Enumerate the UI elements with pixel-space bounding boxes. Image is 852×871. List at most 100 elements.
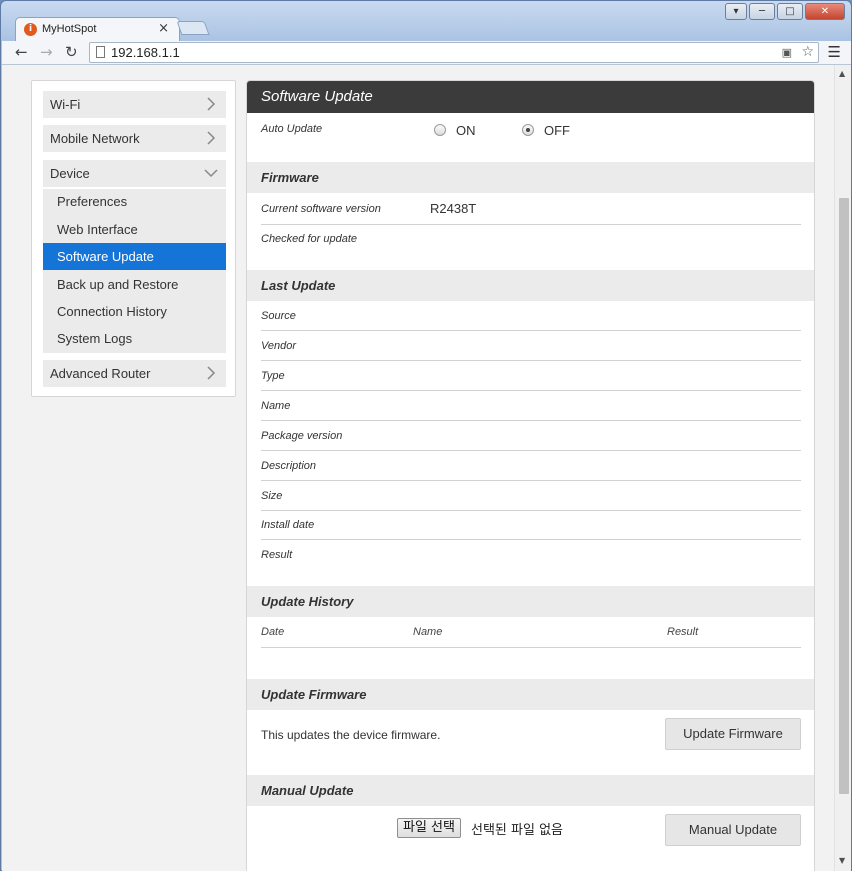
section-title: Update Firmware	[261, 687, 367, 702]
divider	[261, 360, 801, 361]
favicon-icon: i	[24, 23, 37, 36]
panel-header: Software Update	[247, 81, 814, 113]
size-label: Size	[261, 490, 283, 502]
sidebar-item-label: Software Update	[57, 249, 154, 264]
divider	[261, 330, 801, 331]
update-firmware-section-header: Update Firmware	[247, 679, 814, 710]
section-title: Manual Update	[261, 783, 354, 798]
description-label: Description	[261, 460, 317, 472]
file-select-button[interactable]: 파일 선택	[397, 818, 461, 838]
update-firmware-description: This updates the device firmware.	[261, 728, 441, 742]
browser-window: i MyHotSpot × ▾ ─ □ ✕ ← → ↻ 192.168.1.1 …	[0, 0, 852, 871]
sidebar-item-mobile-network[interactable]: Mobile Network	[43, 125, 226, 152]
auto-update-on-radio[interactable]	[434, 124, 446, 136]
sidebar-item-connection-history[interactable]: Connection History	[43, 298, 226, 325]
sidebar-item-device[interactable]: Device	[43, 160, 226, 187]
type-label: Type	[261, 370, 285, 382]
sidebar-item-preferences[interactable]: Preferences	[43, 188, 226, 215]
firmware-section-header: Firmware	[247, 162, 814, 193]
sidebar-item-label: Back up and Restore	[57, 277, 179, 292]
section-title: Firmware	[261, 170, 319, 185]
auto-update-off-label[interactable]: OFF	[544, 123, 570, 138]
sidebar-item-label: Web Interface	[57, 222, 138, 237]
page-viewport: Wi-Fi Mobile Network Device Preferences …	[2, 65, 851, 871]
divider	[261, 390, 801, 391]
scroll-up-icon[interactable]: ▲	[839, 69, 845, 78]
divider	[261, 480, 801, 481]
scroll-thumb[interactable]	[839, 198, 849, 794]
sidebar-item-label: Preferences	[57, 194, 128, 209]
chevron-down-icon	[204, 169, 218, 178]
auto-update-label: Auto Update	[261, 123, 323, 135]
update-firmware-button[interactable]: Update Firmware	[665, 718, 801, 750]
menu-icon[interactable]: ☰	[828, 43, 841, 61]
forward-icon[interactable]: →	[40, 43, 53, 61]
chevron-right-icon	[207, 366, 216, 380]
manual-update-section-header: Manual Update	[247, 775, 814, 806]
sidebar-item-software-update[interactable]: Software Update	[43, 243, 226, 270]
section-title: Update History	[261, 594, 354, 609]
divider	[261, 450, 801, 451]
sidebar-item-label: Device	[50, 166, 90, 181]
close-window-button[interactable]: ✕	[805, 3, 845, 20]
sidebar-item-label: Connection History	[57, 304, 167, 319]
page-icon	[96, 46, 105, 58]
title-bar: i MyHotSpot × ▾ ─ □ ✕	[1, 1, 851, 41]
sidebar-item-wifi[interactable]: Wi-Fi	[43, 91, 226, 118]
minimize-button[interactable]: ─	[749, 3, 775, 20]
sidebar: Wi-Fi Mobile Network Device Preferences …	[31, 80, 236, 397]
sidebar-item-advanced-router[interactable]: Advanced Router	[43, 360, 226, 387]
sidebar-item-backup-restore[interactable]: Back up and Restore	[43, 271, 226, 298]
sidebar-item-label: Wi-Fi	[50, 97, 81, 112]
divider	[261, 539, 801, 540]
auto-update-off-radio[interactable]	[522, 124, 534, 136]
auto-update-on-label[interactable]: ON	[456, 123, 476, 138]
tab-title: MyHotSpot	[42, 23, 97, 35]
update-history-section-header: Update History	[247, 586, 814, 617]
chevron-right-icon	[207, 131, 216, 145]
sidebar-item-label: Mobile Network	[50, 131, 140, 146]
url-text[interactable]: 192.168.1.1	[111, 45, 180, 60]
checked-for-update-label: Checked for update	[261, 233, 358, 245]
result-label: Result	[261, 549, 293, 561]
browser-tab[interactable]: i MyHotSpot ×	[15, 17, 180, 41]
software-update-panel: Software Update Auto Update ON OFF Firmw…	[246, 80, 815, 871]
maximize-button[interactable]: □	[777, 3, 803, 20]
sidebar-item-label: System Logs	[57, 331, 133, 346]
page-title: Software Update	[261, 88, 373, 105]
sidebar-item-label: Advanced Router	[50, 366, 151, 381]
divider	[261, 510, 801, 511]
back-icon[interactable]: ←	[15, 43, 28, 61]
current-version-value: R2438T	[430, 201, 477, 216]
file-status-text: 선택된 파일 없음	[471, 823, 563, 838]
divider	[261, 647, 801, 648]
scroll-down-icon[interactable]: ▼	[839, 856, 845, 865]
last-update-section-header: Last Update	[247, 270, 814, 301]
user-icon[interactable]: ▾	[725, 3, 747, 20]
name-label: Name	[261, 400, 291, 412]
window-controls: ▾ ─ □ ✕	[725, 3, 845, 20]
divider	[261, 224, 801, 225]
browser-toolbar: ← → ↻ 192.168.1.1 ▣ ☆ ☰	[2, 41, 851, 65]
translate-icon[interactable]: ▣	[782, 46, 792, 59]
sidebar-item-web-interface[interactable]: Web Interface	[43, 216, 226, 243]
chevron-right-icon	[207, 97, 216, 111]
install-date-label: Install date	[261, 519, 315, 531]
sidebar-item-system-logs[interactable]: System Logs	[43, 325, 226, 352]
history-column-name: Name	[413, 626, 443, 638]
history-column-date: Date	[261, 626, 285, 638]
divider	[261, 420, 801, 421]
package-version-label: Package version	[261, 430, 343, 442]
new-tab-button[interactable]	[176, 21, 210, 35]
bookmark-star-icon[interactable]: ☆	[801, 44, 814, 60]
vendor-label: Vendor	[261, 340, 297, 352]
history-column-result: Result	[667, 626, 699, 638]
manual-update-button[interactable]: Manual Update	[665, 814, 801, 846]
tab-close-icon[interactable]: ×	[158, 21, 169, 36]
current-version-label: Current software version	[261, 203, 381, 215]
vertical-scrollbar[interactable]: ▲ ▼	[834, 65, 851, 871]
section-title: Last Update	[261, 278, 336, 293]
address-bar[interactable]: 192.168.1.1 ▣ ☆	[89, 42, 819, 63]
reload-icon[interactable]: ↻	[65, 43, 78, 61]
source-label: Source	[261, 310, 296, 322]
